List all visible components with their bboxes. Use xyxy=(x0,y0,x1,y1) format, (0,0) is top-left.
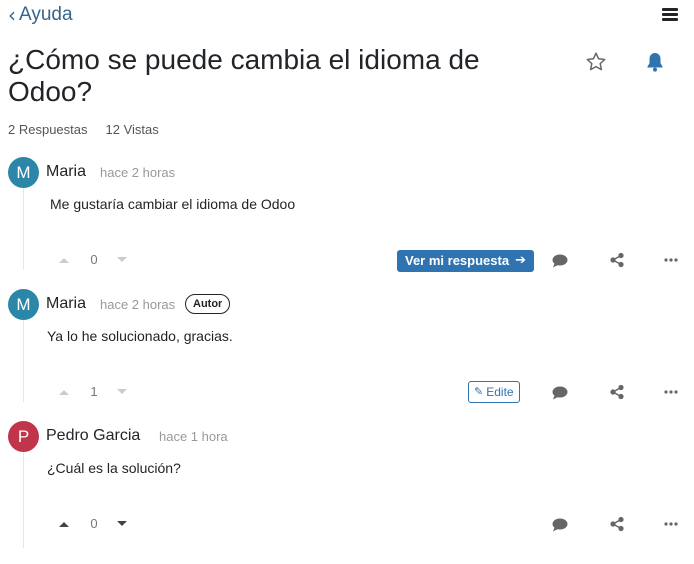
more-dots-icon[interactable] xyxy=(663,252,681,268)
bell-icon[interactable] xyxy=(643,50,667,74)
caret-down-icon[interactable] xyxy=(116,388,128,396)
chevron-left-icon: ‹ xyxy=(8,3,16,27)
caret-down-icon[interactable] xyxy=(116,256,128,264)
avatar[interactable]: M xyxy=(8,289,39,320)
arrow-right-icon: ➔ xyxy=(515,253,526,268)
avatar[interactable]: P xyxy=(8,421,39,452)
edit-button-label: Edite xyxy=(486,385,514,399)
post-time: hace 1 hora xyxy=(159,429,228,444)
views-count: 12 Vistas xyxy=(105,122,159,137)
comment-icon[interactable] xyxy=(551,517,569,533)
post-body: Me gustaría cambiar el idioma de Odoo xyxy=(50,196,296,212)
caret-up-icon[interactable] xyxy=(58,520,70,528)
hamburger-menu-icon[interactable] xyxy=(662,8,678,22)
post-time: hace 2 horas xyxy=(100,297,176,312)
share-icon[interactable] xyxy=(608,252,626,268)
share-icon[interactable] xyxy=(608,384,626,400)
view-my-answer-label: Ver mi respuesta xyxy=(405,253,510,268)
author-name[interactable]: Maria xyxy=(46,163,86,181)
vote-count: 1 xyxy=(90,384,98,399)
caret-up-icon[interactable] xyxy=(58,256,70,264)
pencil-icon: ✎ xyxy=(474,385,484,398)
answers-count: 2 Respuestas xyxy=(8,122,88,137)
avatar[interactable]: M xyxy=(8,157,39,188)
back-link[interactable]: ‹ Ayuda xyxy=(8,4,73,26)
top-bar: ‹ Ayuda xyxy=(0,0,694,34)
question-stats: 2 Respuestas 12 Vistas xyxy=(8,122,159,137)
share-icon[interactable] xyxy=(608,516,626,532)
vote-count: 0 xyxy=(90,516,98,531)
author-name[interactable]: Maria xyxy=(46,295,86,313)
more-dots-icon[interactable] xyxy=(663,384,681,400)
back-link-label: Ayuda xyxy=(19,4,73,25)
star-outline-icon[interactable] xyxy=(584,50,608,74)
comment-icon[interactable] xyxy=(551,385,569,401)
vote-count: 0 xyxy=(90,252,98,267)
post-body: ¿Cuál es la solución? xyxy=(47,460,181,476)
more-dots-icon[interactable] xyxy=(663,516,681,532)
view-my-answer-button[interactable]: Ver mi respuesta ➔ xyxy=(397,250,534,272)
question-title: ¿Cómo se puede cambia el idioma de Odoo? xyxy=(8,44,480,107)
author-badge: Autor xyxy=(185,294,231,314)
post-time: hace 2 horas xyxy=(100,165,176,180)
thread-line xyxy=(23,452,24,548)
author-name[interactable]: Pedro Garcia xyxy=(46,427,140,445)
thread-line xyxy=(23,188,24,270)
caret-down-icon[interactable] xyxy=(116,520,128,528)
thread-line xyxy=(23,320,24,402)
caret-up-icon[interactable] xyxy=(58,388,70,396)
edit-button[interactable]: ✎ Edite xyxy=(468,381,520,403)
comment-icon[interactable] xyxy=(551,253,569,269)
post-body: Ya lo he solucionado, gracias. xyxy=(47,328,233,344)
